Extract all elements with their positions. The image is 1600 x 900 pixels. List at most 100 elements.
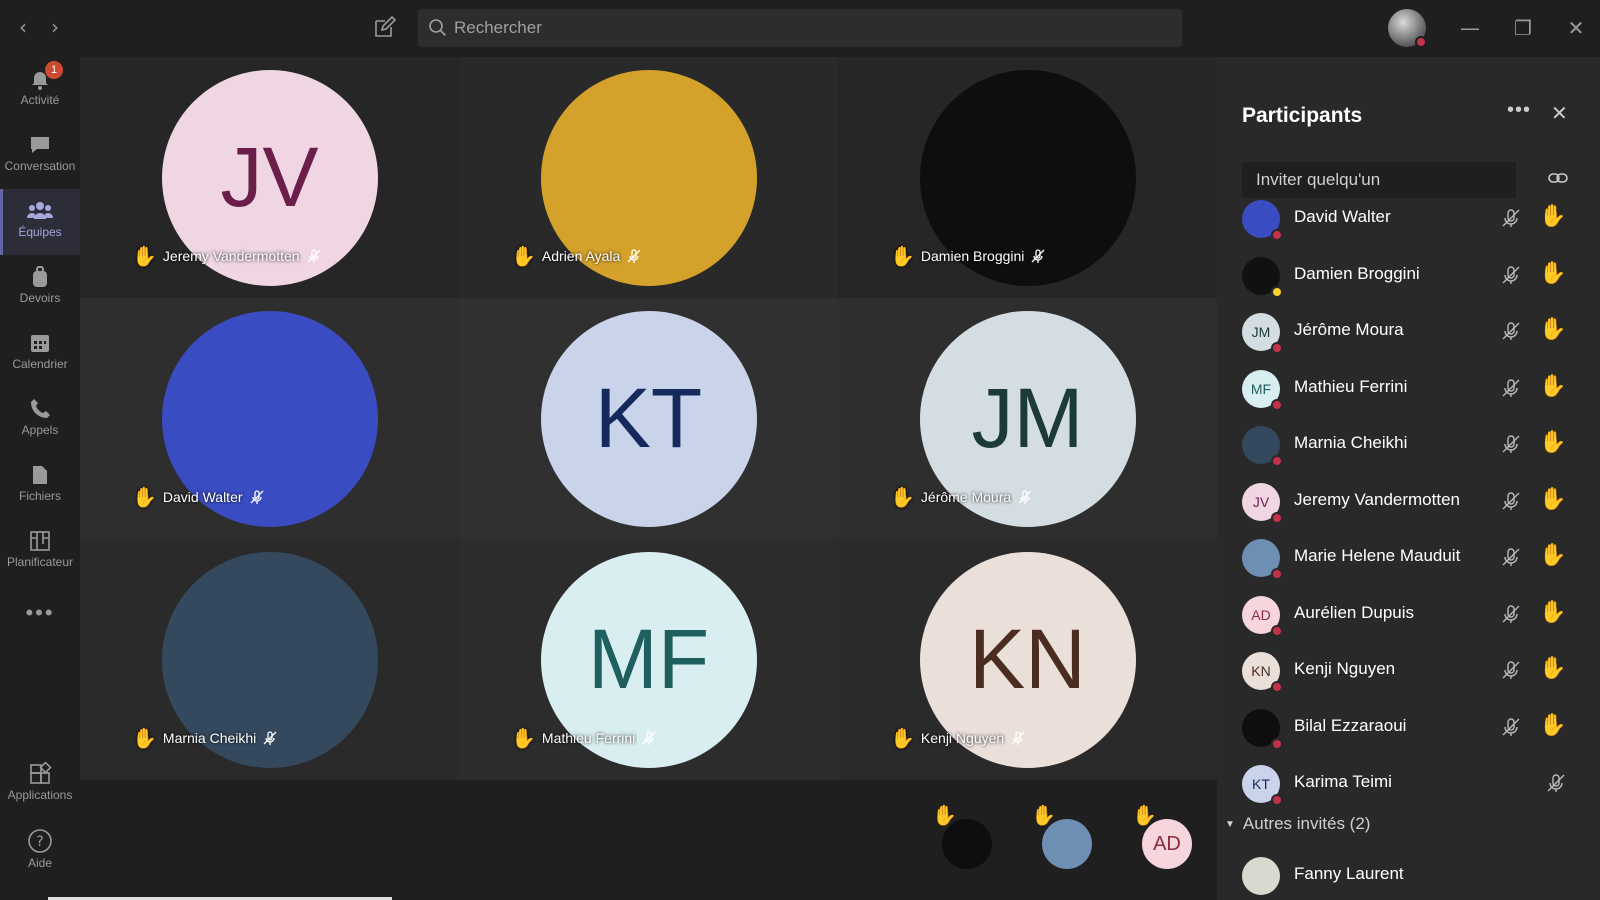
video-tile[interactable]: JV ✋ Jeremy Vandermotten: [80, 57, 459, 298]
avatar: [1242, 857, 1280, 895]
avatar: KT: [1242, 765, 1283, 806]
rail-item-files[interactable]: Fichiers: [0, 453, 80, 519]
forward-arrow-icon[interactable]: ›: [44, 16, 66, 38]
mic-off-icon[interactable]: [1500, 264, 1522, 286]
rail-item-planner[interactable]: Planificateur: [0, 519, 80, 585]
rail-item-help[interactable]: ? Aide: [0, 818, 80, 884]
mic-off-icon[interactable]: [1500, 659, 1522, 681]
participant-row[interactable]: MF Mathieu Ferrini ✋: [1217, 367, 1600, 423]
mic-off-icon[interactable]: [1500, 377, 1522, 399]
more-apps-icon[interactable]: •••: [0, 600, 80, 626]
raised-hand-icon: ✋: [1539, 260, 1567, 286]
search-box[interactable]: [418, 9, 1182, 47]
rail-label: Activité: [20, 93, 60, 107]
chat-icon: [31, 137, 49, 153]
overflow-avatar[interactable]: [1042, 819, 1092, 869]
mic-off-icon[interactable]: [1500, 433, 1522, 455]
mic-off-icon[interactable]: [1500, 546, 1522, 568]
more-options-icon[interactable]: •••: [1507, 99, 1531, 122]
calendar-icon: [31, 335, 49, 352]
avatar: [1242, 426, 1283, 467]
status-dot: [1271, 455, 1283, 467]
avatar: [1242, 256, 1283, 298]
avatar: [1242, 539, 1283, 580]
participant-row[interactable]: Marie Helene Mauduit ✋: [1217, 536, 1600, 592]
backpack-icon: [33, 266, 47, 287]
search-icon: [429, 19, 447, 37]
participant-row[interactable]: Fanny Laurent: [1217, 854, 1600, 900]
participant-name: Marnia Cheikhi: [1294, 433, 1408, 452]
mic-off-icon[interactable]: [1500, 490, 1522, 512]
name-label: ✋ Jérôme Moura: [890, 485, 1033, 509]
raised-hand-icon: ✋: [1539, 656, 1567, 681]
participant-row[interactable]: Bilal Ezzaraoui ✋: [1217, 706, 1600, 762]
rail-item-assignments[interactable]: Devoirs: [0, 255, 80, 321]
rail-item-conversation[interactable]: Conversation: [0, 123, 80, 189]
participant-row[interactable]: JV Jeremy Vandermotten ✋: [1217, 480, 1600, 536]
video-tile[interactable]: KN ✋ Kenji Nguyen: [838, 539, 1217, 780]
profile-avatar[interactable]: [1388, 9, 1427, 48]
video-tile[interactable]: KT: [459, 298, 838, 539]
participant-name: Marie Helene Mauduit: [1294, 546, 1461, 565]
raised-hand-icon: ✋: [1539, 486, 1567, 512]
participant-row[interactable]: KT Karima Teimi: [1217, 762, 1600, 818]
teams-icon: [27, 202, 53, 219]
rail-item-calls[interactable]: Appels: [0, 387, 80, 453]
rail-item-apps[interactable]: Applications: [0, 752, 80, 818]
mic-off-icon[interactable]: [1500, 320, 1522, 342]
mic-off-icon[interactable]: [1545, 772, 1567, 794]
invite-input[interactable]: [1242, 162, 1516, 198]
participant-name: Jeremy Vandermotten: [1294, 489, 1460, 509]
rail-label: Fichiers: [18, 489, 61, 503]
link-icon[interactable]: [1547, 167, 1569, 189]
video-tile[interactable]: MF ✋ Mathieu Ferrini: [459, 539, 838, 780]
overflow-avatar[interactable]: AD: [1142, 819, 1192, 869]
video-tile[interactable]: ✋ David Walter: [80, 298, 459, 539]
mic-off-icon[interactable]: [1500, 207, 1522, 229]
mic-off-icon: [1018, 490, 1032, 504]
participant-row[interactable]: Marnia Cheikhi ✋: [1217, 423, 1600, 479]
participant-name: Kenji Nguyen: [920, 730, 1005, 746]
rail-item-activity[interactable]: 1 Activité: [0, 57, 80, 123]
participant-name: Aurélien Dupuis: [1294, 602, 1415, 622]
search-input[interactable]: [454, 9, 1154, 47]
video-tile[interactable]: ✋ Adrien Ayala: [459, 57, 838, 298]
video-tile[interactable]: ✋ Damien Broggini: [838, 57, 1217, 298]
rail-item-calendar[interactable]: Calendrier: [0, 321, 80, 387]
participant-name: Fanny Laurent: [1294, 864, 1404, 883]
caret-down-icon: ▼: [1225, 819, 1235, 831]
raised-hand-icon: ✋: [1539, 712, 1567, 738]
video-tile[interactable]: ✋ Marnia Cheikhi: [80, 539, 459, 780]
status-dot: [1271, 681, 1283, 693]
maximize-icon[interactable]: ❐: [1509, 14, 1537, 42]
activity-badge: 1: [45, 61, 63, 79]
avatar-initials: KN: [1251, 663, 1271, 679]
participant-name: Damien Broggini: [920, 248, 1025, 264]
avatar-initials: KT: [1252, 776, 1270, 792]
participant-row[interactable]: David Walter ✋: [1217, 197, 1600, 253]
mic-off-icon: [307, 249, 321, 263]
help-icon: ?: [28, 829, 52, 853]
close-icon[interactable]: ✕: [1562, 14, 1590, 42]
participant-row[interactable]: JM Jérôme Moura ✋: [1217, 310, 1600, 366]
status-dot: [1271, 737, 1283, 750]
close-panel-icon[interactable]: ✕: [1551, 101, 1568, 125]
mic-off-icon[interactable]: [1500, 603, 1522, 625]
back-arrow-icon[interactable]: ‹: [12, 16, 34, 38]
panel-title: Participants: [1242, 104, 1363, 127]
participant-avatar: KT: [540, 310, 757, 527]
raised-hand-icon: ✋: [132, 244, 157, 268]
avatar-initials: JV: [1252, 493, 1270, 510]
raised-hand-icon: ✋: [890, 726, 915, 750]
video-tile[interactable]: JM ✋ Jérôme Moura: [838, 298, 1217, 539]
rail-item-teams[interactable]: Équipes: [0, 189, 80, 255]
minimize-icon[interactable]: —: [1456, 14, 1484, 42]
overflow-avatar[interactable]: [942, 819, 992, 869]
participant-row[interactable]: Damien Broggini ✋: [1217, 254, 1600, 310]
mic-off-icon[interactable]: [1500, 716, 1522, 738]
compose-icon[interactable]: [372, 15, 397, 40]
participant-row[interactable]: KN Kenji Nguyen ✋: [1217, 649, 1600, 705]
mic-off-icon: [263, 731, 277, 745]
rail-label: Appels: [21, 423, 59, 437]
participant-row[interactable]: AD Aurélien Dupuis ✋: [1217, 593, 1600, 649]
